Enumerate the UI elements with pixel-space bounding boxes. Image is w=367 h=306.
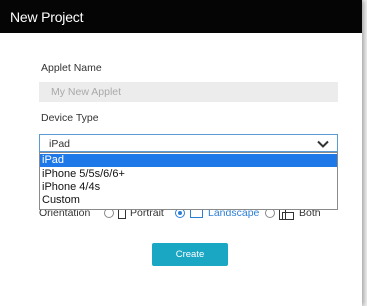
device-type-select[interactable]: iPad: [39, 134, 338, 152]
device-option-iphone-4[interactable]: iPhone 4/4s: [40, 181, 337, 194]
device-option-iphone-5[interactable]: iPhone 5/5s/6/6+: [40, 168, 337, 181]
applet-name-label: Applet Name: [41, 62, 102, 74]
create-button[interactable]: Create: [152, 243, 228, 266]
new-project-dialog: New Project Applet Name Device Type iPad…: [0, 0, 362, 306]
applet-name-input[interactable]: [39, 82, 338, 102]
device-type-value: iPad: [49, 138, 71, 150]
dialog-title: New Project: [10, 9, 84, 25]
dialog-title-bar: New Project: [0, 0, 362, 33]
device-type-label: Device Type: [41, 112, 99, 124]
device-option-ipad[interactable]: iPad: [40, 154, 337, 167]
chevron-down-icon: [317, 140, 329, 148]
device-option-custom[interactable]: Custom: [40, 194, 337, 207]
device-type-dropdown: iPad iPhone 5/5s/6/6+ iPhone 4/4s Custom: [39, 152, 338, 210]
